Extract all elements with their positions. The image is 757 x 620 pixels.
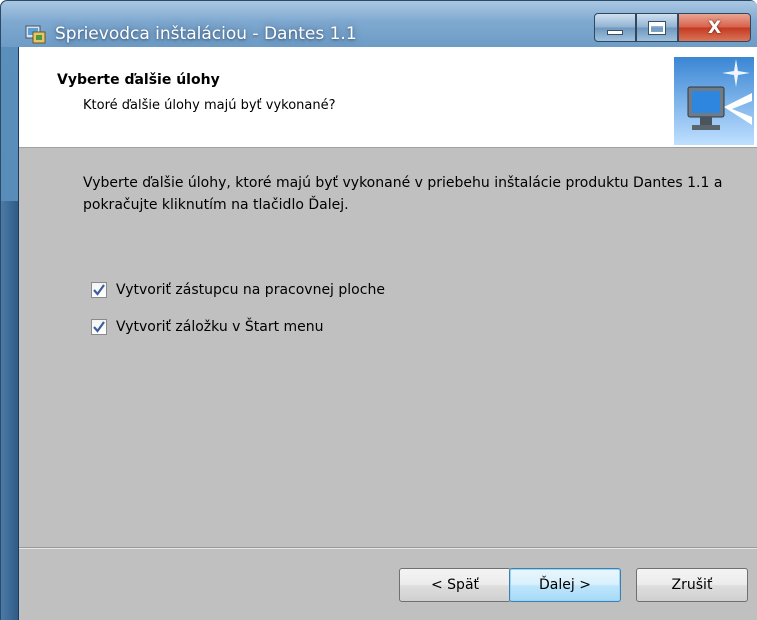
task-start-menu[interactable]: Vytvoriť záložku v Štart menu: [91, 317, 324, 337]
wizard-client-area: Vyberte ďalšie úlohy Ktoré ďalšie úlohy …: [18, 47, 757, 620]
wizard-computer-icon: [674, 57, 754, 145]
footer-divider: [19, 547, 757, 549]
installer-window: Sprievodca inštaláciou - Dantes 1.1 X Vy…: [0, 0, 757, 620]
start-menu-label[interactable]: Vytvoriť záložku v Štart menu: [116, 319, 324, 335]
minimize-button[interactable]: [594, 13, 636, 42]
checkmark-icon: [93, 321, 105, 333]
desktop-shortcut-label[interactable]: Vytvoriť zástupcu na pracovnej ploche: [116, 282, 385, 298]
window-title: Sprievodca inštaláciou - Dantes 1.1: [55, 24, 357, 44]
cancel-button[interactable]: Zrušiť: [636, 568, 748, 602]
close-icon: X: [707, 17, 722, 38]
window-controls: X: [594, 13, 756, 43]
wizard-header: Vyberte ďalšie úlohy Ktoré ďalšie úlohy …: [19, 47, 757, 148]
back-button[interactable]: < Späť: [399, 568, 511, 602]
task-description: Vyberte ďalšie úlohy, ktoré majú byť vyk…: [83, 175, 723, 213]
minimize-icon: [607, 30, 623, 35]
window-frame-edge: [1, 201, 18, 620]
page-title: Vyberte ďalšie úlohy: [57, 72, 220, 88]
checkmark-icon: [93, 284, 105, 296]
desktop-shortcut-checkbox[interactable]: [91, 282, 107, 298]
close-button[interactable]: X: [678, 13, 751, 42]
maximize-button[interactable]: [636, 13, 678, 42]
start-menu-checkbox[interactable]: [91, 319, 107, 335]
installer-app-icon: [25, 25, 46, 44]
maximize-icon: [648, 20, 666, 35]
next-button[interactable]: Ďalej >: [509, 568, 621, 602]
task-desktop-shortcut[interactable]: Vytvoriť zástupcu na pracovnej ploche: [91, 280, 385, 300]
title-bar[interactable]: Sprievodca inštaláciou - Dantes 1.1 X: [1, 1, 757, 47]
page-subtitle: Ktoré ďalšie úlohy majú byť vykonané?: [83, 98, 336, 113]
